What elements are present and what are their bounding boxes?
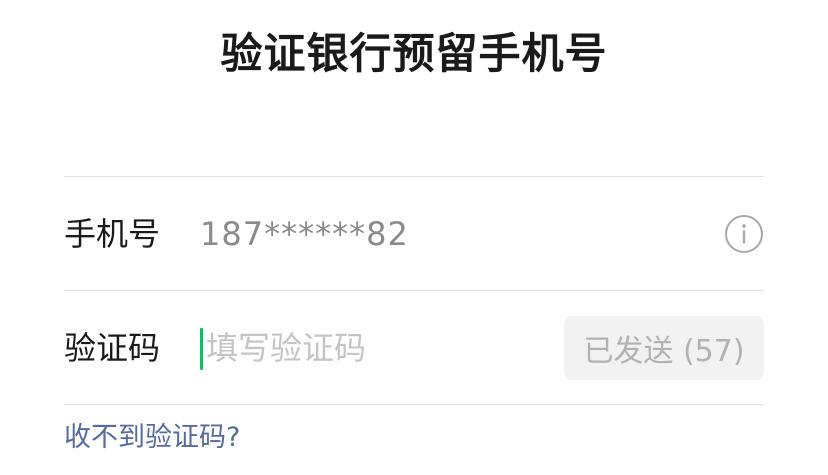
verification-code-input[interactable] xyxy=(200,326,546,370)
code-label: 验证码 xyxy=(64,329,161,367)
phone-value: 187******82 xyxy=(200,215,409,253)
info-circle-icon[interactable] xyxy=(724,214,764,254)
verify-phone-page: 验证银行预留手机号 手机号 187******82 验证码 已发送 (57) 收… xyxy=(0,0,828,475)
code-input-wrapper xyxy=(200,326,564,370)
divider-bottom xyxy=(64,404,764,405)
text-cursor xyxy=(200,328,203,370)
code-row: 验证码 已发送 (57) xyxy=(64,291,764,405)
resend-code-button[interactable]: 已发送 (57) xyxy=(564,316,764,380)
no-code-help-link[interactable]: 收不到验证码? xyxy=(64,420,240,456)
phone-row: 手机号 187******82 xyxy=(64,177,764,291)
page-title: 验证银行预留手机号 xyxy=(220,29,608,78)
phone-label: 手机号 xyxy=(64,215,161,253)
